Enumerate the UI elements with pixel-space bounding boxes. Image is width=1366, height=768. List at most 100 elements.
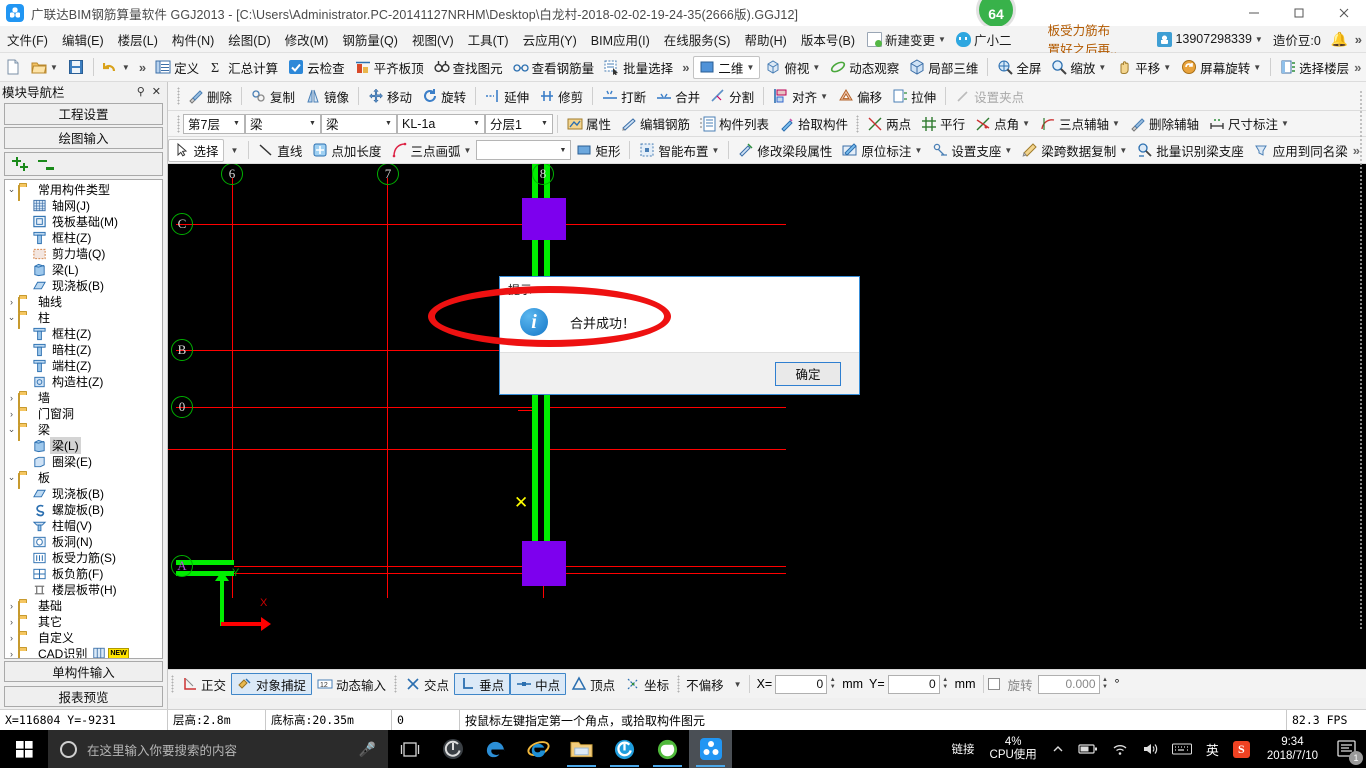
tree-node[interactable]: 端柱(Z) bbox=[5, 358, 162, 374]
menu-version[interactable]: 版本号(B) bbox=[794, 27, 862, 52]
toolbar-grip[interactable] bbox=[856, 114, 860, 133]
start-button[interactable] bbox=[0, 730, 48, 768]
view-rebar-qty-button[interactable]: 查看钢筋量 bbox=[508, 56, 600, 79]
tree-node[interactable]: › 基础 bbox=[5, 598, 162, 617]
toolbar1-overflow[interactable]: » bbox=[135, 60, 150, 75]
member-combo[interactable]: KL-1a ▼ bbox=[397, 113, 485, 134]
chevron-right-icon[interactable]: › bbox=[5, 649, 18, 658]
keyboard-icon[interactable] bbox=[1165, 730, 1199, 768]
assistant-button[interactable]: 广小二 bbox=[951, 30, 1017, 49]
type-combo[interactable]: 梁 ▼ bbox=[321, 113, 397, 134]
snap-midpoint[interactable]: 中点 bbox=[510, 673, 567, 695]
tree-node[interactable]: 剪力墙(Q) bbox=[5, 246, 162, 262]
minimize-button[interactable] bbox=[1231, 0, 1276, 26]
extend-button[interactable]: 延伸 bbox=[480, 85, 534, 108]
dynamic-input-toggle[interactable]: 12 动态输入 bbox=[312, 673, 391, 695]
tree-node[interactable]: › 墙 bbox=[5, 390, 162, 409]
spinner-arrows-icon[interactable]: ▲ ▼ bbox=[827, 676, 838, 693]
rotate-input[interactable]: 0.000 ▲ ▼ bbox=[1037, 674, 1108, 694]
chevron-down-icon[interactable]: ⌄ bbox=[5, 424, 18, 435]
single-member-input-button[interactable]: 单构件输入 bbox=[4, 661, 163, 683]
tree-node[interactable]: 圈梁(E) bbox=[5, 454, 162, 470]
tree-node[interactable]: 现浇板(B) bbox=[5, 486, 162, 502]
screen-rotate-button[interactable]: 屏幕旋转 ▼ bbox=[1176, 56, 1266, 79]
cloud-check-button[interactable]: 云检查 bbox=[283, 56, 350, 79]
column-top[interactable] bbox=[522, 198, 566, 240]
trim-button[interactable]: 修剪 bbox=[534, 85, 588, 108]
ime-indicator[interactable]: 英 bbox=[1199, 730, 1226, 768]
file-explorer-icon[interactable] bbox=[560, 730, 603, 768]
line-tool-button[interactable]: 直线 bbox=[253, 139, 307, 162]
browser-green-icon[interactable] bbox=[646, 730, 689, 768]
chevron-right-icon[interactable]: › bbox=[5, 601, 18, 611]
axis-bubble-8[interactable]: 8 bbox=[532, 164, 554, 185]
axis-bubble-A[interactable]: A bbox=[171, 555, 193, 577]
snapbar-grip-2[interactable] bbox=[394, 675, 398, 693]
delete-axis-button[interactable]: 删除辅轴 bbox=[1125, 112, 1204, 135]
draw-mode-combo[interactable]: ▼ bbox=[476, 140, 572, 160]
drawing-canvas[interactable]: 6 7 8 C B 0 A ✕ Y X bbox=[168, 164, 1366, 669]
spinner-arrows-icon[interactable]: ▲ ▼ bbox=[1100, 676, 1111, 693]
toolbar1-mid-overflow[interactable]: » bbox=[678, 60, 693, 75]
chevron-down-icon[interactable]: ⌄ bbox=[5, 472, 18, 483]
tree-node[interactable]: 构造柱(Z) bbox=[5, 374, 162, 390]
tree-node[interactable]: 框柱(Z) bbox=[5, 230, 162, 246]
snap-perpendicular[interactable]: 垂点 bbox=[454, 673, 511, 695]
category-combo[interactable]: 梁 ▼ bbox=[245, 113, 321, 134]
move-button[interactable]: 移动 bbox=[363, 85, 417, 108]
set-grip-button[interactable]: 设置夹点 bbox=[950, 85, 1029, 108]
new-file-button[interactable] bbox=[0, 56, 26, 79]
batch-recognize-support-button[interactable]: 批量识别梁支座 bbox=[1132, 139, 1249, 162]
tree-node[interactable]: 板洞(N) bbox=[5, 534, 162, 550]
chevron-right-icon[interactable]: › bbox=[5, 297, 18, 307]
in-place-note-button[interactable]: 原位标注 ▼ bbox=[837, 139, 927, 162]
taskbar-search[interactable]: 在这里输入你要搜索的内容 🎤 bbox=[48, 730, 388, 768]
tree-node[interactable]: › CAD识别 NEW bbox=[5, 646, 162, 659]
point-angle-button[interactable]: 点角 ▼ bbox=[970, 112, 1035, 135]
tree-node[interactable]: 板受力筋(S) bbox=[5, 550, 162, 566]
menu-view[interactable]: 视图(V) bbox=[405, 27, 461, 52]
project-settings-button[interactable]: 工程设置 bbox=[4, 103, 163, 125]
properties-button[interactable]: 属性 bbox=[562, 112, 616, 135]
tree-node[interactable]: 框柱(Z) bbox=[5, 326, 162, 342]
tree-node[interactable]: 暗柱(Z) bbox=[5, 342, 162, 358]
tree-node[interactable]: 现浇板(B) bbox=[5, 278, 162, 294]
snap-coordinate[interactable]: 坐标 bbox=[620, 673, 674, 695]
chevron-right-icon[interactable]: › bbox=[5, 409, 18, 419]
tray-expand-icon[interactable] bbox=[1045, 730, 1071, 768]
offset-mode-combo[interactable]: 不偏移 ▼ bbox=[683, 675, 744, 694]
save-button[interactable] bbox=[63, 56, 89, 79]
summary-calc-button[interactable]: Σ 汇总计算 bbox=[204, 56, 283, 79]
drawing-input-button[interactable]: 绘图输入 bbox=[4, 126, 163, 149]
chevron-right-icon[interactable]: › bbox=[5, 393, 18, 403]
menu-help[interactable]: 帮助(H) bbox=[737, 27, 793, 52]
offset-y-input[interactable]: 0 ▲ ▼ bbox=[887, 674, 948, 694]
chevron-down-icon[interactable]: ▼ bbox=[224, 146, 244, 155]
define-button[interactable]: 定义 bbox=[150, 56, 204, 79]
tree-node[interactable]: ⌄ 板 bbox=[5, 470, 162, 489]
beam-span-copy-button[interactable]: 梁跨数据复制 ▼ bbox=[1017, 139, 1132, 162]
batch-select-button[interactable]: 批量选择 bbox=[599, 56, 678, 79]
copy-button[interactable]: 复制 bbox=[246, 85, 300, 108]
rectangle-tool-button[interactable]: 矩形 bbox=[571, 139, 625, 162]
split-button[interactable]: 分割 bbox=[705, 85, 759, 108]
fullscreen-button[interactable]: 全屏 bbox=[992, 56, 1046, 79]
internet-explorer-icon[interactable] bbox=[517, 730, 560, 768]
menu-bim[interactable]: BIM应用(I) bbox=[584, 27, 657, 52]
smart-layout-button[interactable]: 智能布置 ▼ bbox=[634, 139, 724, 162]
chevron-down-icon[interactable]: ⌄ bbox=[5, 312, 18, 323]
maximize-button[interactable] bbox=[1276, 0, 1321, 26]
expand-all-icon[interactable] bbox=[11, 156, 28, 172]
notifications-button[interactable]: 🔔 bbox=[1326, 31, 1351, 47]
rotate-button[interactable]: 旋转 bbox=[417, 85, 471, 108]
floor-combo[interactable]: 第7层 ▼ bbox=[183, 113, 245, 134]
edit-beam-segment-button[interactable]: 修改梁段属性 bbox=[733, 139, 837, 162]
mirror-button[interactable]: 镜像 bbox=[300, 85, 354, 108]
pan-button[interactable]: 平移 ▼ bbox=[1111, 56, 1176, 79]
chevron-right-icon[interactable]: › bbox=[5, 633, 18, 643]
tree-node[interactable]: › 门窗洞 bbox=[5, 406, 162, 425]
menu-cloud[interactable]: 云应用(Y) bbox=[516, 27, 584, 52]
offset-button[interactable]: 偏移 bbox=[833, 85, 887, 108]
tree-node[interactable]: 柱帽(V) bbox=[5, 518, 162, 534]
layer-combo[interactable]: 分层1 ▼ bbox=[485, 113, 553, 134]
